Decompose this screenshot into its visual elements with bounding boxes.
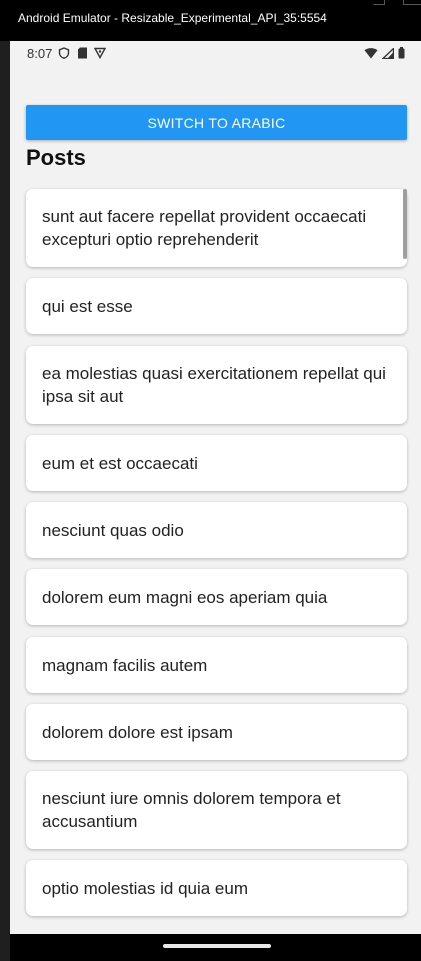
emulator-title-bar: Android Emulator - Resizable_Experimenta… bbox=[0, 0, 421, 41]
vpn-icon bbox=[94, 47, 107, 59]
post-card[interactable]: optio molestias id quia eum bbox=[26, 860, 407, 916]
signal-icon bbox=[381, 46, 395, 64]
post-title: dolorem dolore est ipsam bbox=[42, 722, 233, 742]
sd-card-icon bbox=[76, 47, 88, 59]
post-card[interactable]: sunt aut facere repellat provident occae… bbox=[26, 189, 407, 267]
page-title: Posts bbox=[26, 145, 86, 170]
post-title: nesciunt quas odio bbox=[42, 520, 184, 540]
shield-icon bbox=[58, 47, 70, 59]
window-control[interactable] bbox=[373, 0, 385, 5]
post-title: eum et est occaecati bbox=[42, 453, 198, 473]
post-title: optio molestias id quia eum bbox=[42, 878, 249, 898]
status-right-icons bbox=[364, 46, 405, 64]
wifi-icon bbox=[364, 46, 378, 64]
post-card[interactable]: magnam facilis autem bbox=[26, 637, 407, 693]
post-title: qui est esse bbox=[42, 296, 133, 316]
scrollbar[interactable] bbox=[403, 189, 407, 259]
status-bar: 8:07 bbox=[10, 41, 421, 65]
post-card[interactable]: nesciunt quas odio bbox=[26, 502, 407, 558]
window-control[interactable] bbox=[403, 0, 421, 5]
post-card[interactable]: dolorem eum magni eos aperiam quia bbox=[26, 569, 407, 625]
status-time: 8:07 bbox=[27, 45, 53, 61]
post-title: sunt aut facere repellat provident occae… bbox=[42, 207, 367, 249]
navigation-bar bbox=[10, 934, 421, 961]
post-card[interactable]: nesciunt iure omnis dolorem tempora et a… bbox=[26, 771, 407, 849]
post-card[interactable]: dolorem dolore est ipsam bbox=[26, 704, 407, 760]
post-card[interactable]: ea molestias quasi exercitationem repell… bbox=[26, 346, 407, 424]
post-card[interactable]: eum et est occaecati bbox=[26, 435, 407, 491]
post-title: nesciunt iure omnis dolorem tempora et a… bbox=[42, 789, 341, 831]
post-card[interactable]: qui est esse bbox=[26, 278, 407, 334]
window-title: Android Emulator - Resizable_Experimenta… bbox=[18, 10, 327, 25]
post-title: ea molestias quasi exercitationem repell… bbox=[42, 364, 386, 406]
battery-icon bbox=[398, 46, 405, 64]
switch-language-button[interactable]: SWITCH TO ARABIC bbox=[26, 105, 407, 140]
gesture-handle[interactable] bbox=[163, 944, 271, 948]
device-screen: 8:07 SWITCH TO ARABIC Posts sunt aut fac… bbox=[10, 41, 421, 961]
post-title: dolorem eum magni eos aperiam quia bbox=[42, 587, 328, 607]
post-title: magnam facilis autem bbox=[42, 655, 208, 675]
